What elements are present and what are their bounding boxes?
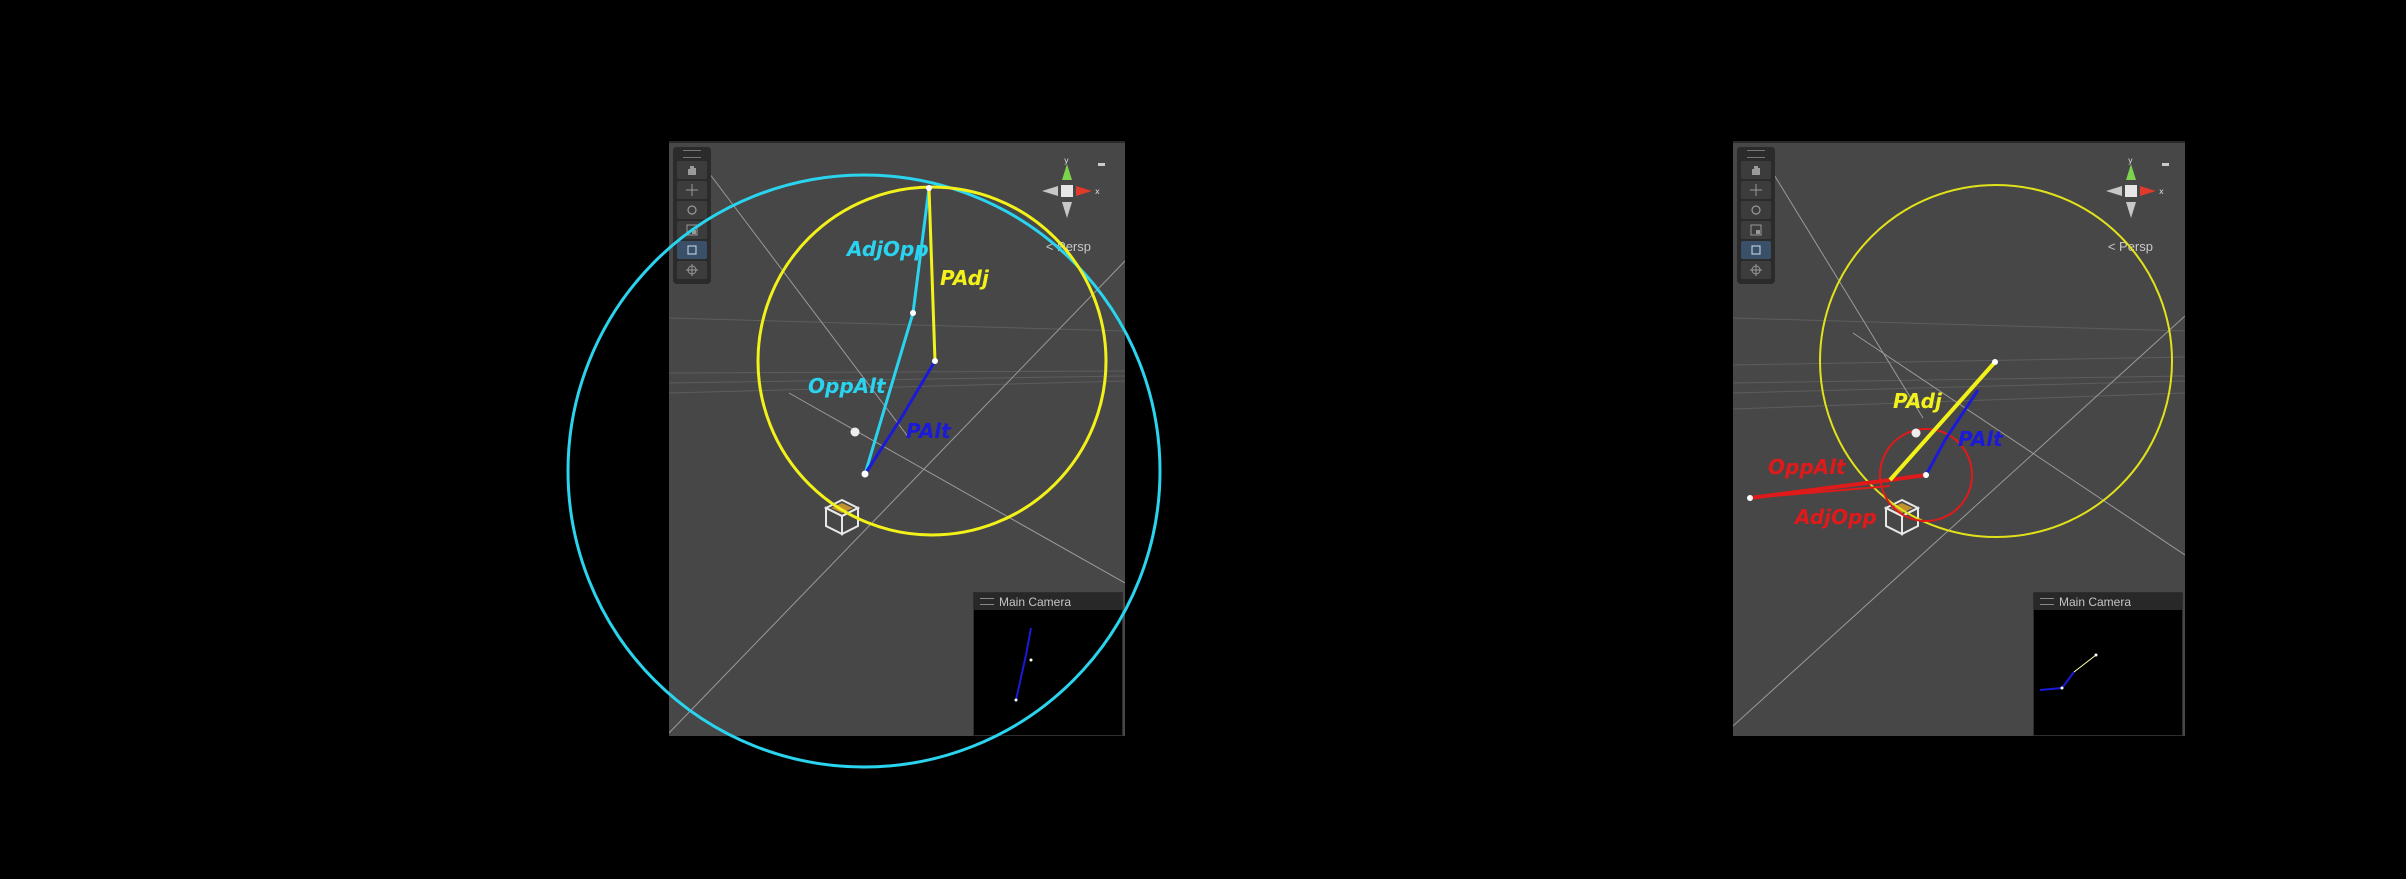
- label-palt: PAlt: [906, 419, 952, 443]
- point-marker: [1923, 472, 1929, 478]
- point-marker: [926, 185, 932, 191]
- point-marker: [1992, 359, 1998, 365]
- label-adjopp: AdjOpp: [1793, 505, 1877, 529]
- point-marker: [1747, 495, 1753, 501]
- yellow-line: [927, 187, 937, 362]
- annotation-overlay: AdjOpp PAdj OppAlt PAlt PAdj PAlt OppAlt…: [566, 173, 2173, 769]
- point-marker: [850, 427, 860, 437]
- label-oppalt: OppAlt: [808, 374, 887, 398]
- point-marker: [1911, 428, 1921, 438]
- point-marker: [932, 358, 938, 364]
- label-palt: PAlt: [1958, 427, 2004, 451]
- label-adjopp: AdjOpp: [845, 237, 929, 261]
- label-padj: PAdj: [1893, 389, 1943, 413]
- point-marker: [861, 470, 869, 478]
- yellow-line: [1888, 360, 1997, 482]
- label-oppalt: OppAlt: [1768, 455, 1847, 479]
- point-marker: [910, 310, 916, 316]
- label-padj: PAdj: [940, 266, 990, 290]
